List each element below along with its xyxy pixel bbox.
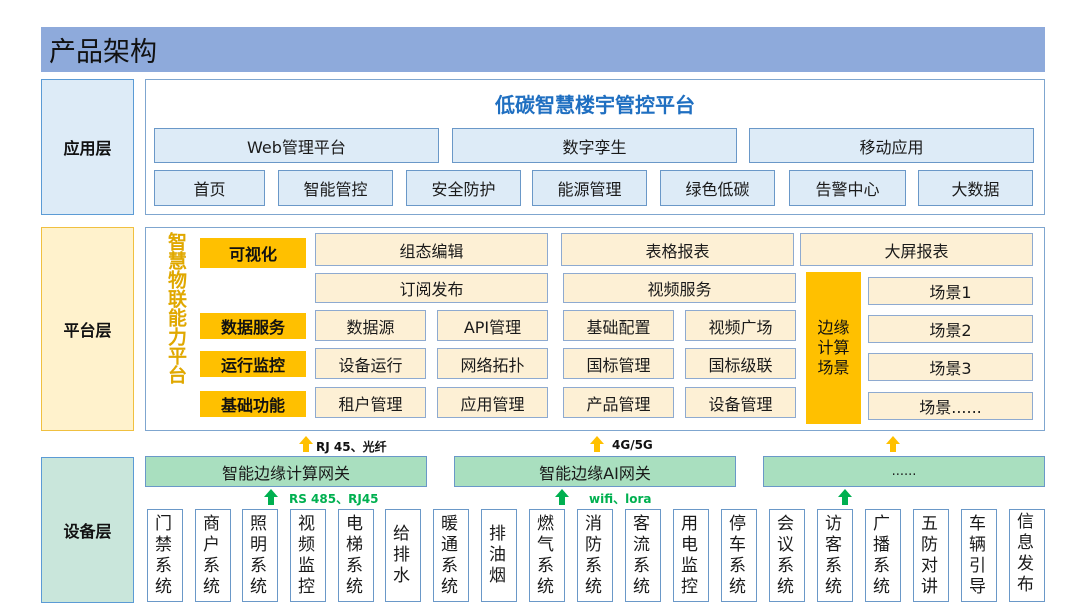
device-label: 信息发布 [1017,512,1034,595]
device-info-release[interactable]: 信息发布 [1009,509,1045,602]
device-gas[interactable]: 燃气系统 [529,509,565,602]
device-power-monitor[interactable]: 用电监控 [673,509,709,602]
app-module-control[interactable]: 智能管控 [278,170,393,206]
device-label: 停车系统 [729,514,746,597]
edge-compute-label: 边缘计算场景 [817,318,850,377]
app-module-energy[interactable]: 能源管理 [532,170,647,206]
platform-topology[interactable]: 网络拓扑 [437,348,548,379]
arrow-up-icon [299,436,313,452]
platform-config-editor[interactable]: 组态编辑 [315,233,548,266]
device-label: 五防对讲 [921,514,938,597]
scene-3[interactable]: 场景3 [868,353,1033,381]
platform-video-service[interactable]: 视频服务 [563,273,796,303]
device-access-control[interactable]: 门禁系统 [147,509,183,602]
arrow-up-icon [886,436,900,452]
gateway-more[interactable]: ...... [763,456,1045,487]
platform-app-manage[interactable]: 应用管理 [437,387,548,418]
device-label: 客流系统 [633,514,650,597]
connector-rs485: RS 485、RJ45 [289,492,379,506]
device-label: 照明系统 [250,514,267,597]
device-label: 访客系统 [825,514,842,597]
category-data-service: 数据服务 [200,313,306,339]
device-label: 用电监控 [681,514,698,597]
device-elevator[interactable]: 电梯系统 [338,509,374,602]
device-label: 暖通系统 [441,514,458,597]
device-label: 视频监控 [298,514,315,597]
device-fire[interactable]: 消防系统 [577,509,613,602]
device-label: 车辆引导 [969,514,986,597]
device-vehicle-guide[interactable]: 车辆引导 [961,509,997,602]
app-module-alarm[interactable]: 告警中心 [789,170,906,206]
platform-gb-manage[interactable]: 国标管理 [563,348,674,379]
scene-1[interactable]: 场景1 [868,277,1033,305]
platform-datasource[interactable]: 数据源 [315,310,426,341]
platform-screen-report[interactable]: 大屏报表 [800,233,1033,266]
device-water[interactable]: 给排水 [385,509,421,602]
platform-layer-label: 平台层 [41,227,134,431]
device-layer-label: 设备层 [41,457,134,603]
device-lighting[interactable]: 照明系统 [242,509,278,602]
connector-4g5g: 4G/5G [612,438,653,452]
device-label: 会议系统 [777,514,794,597]
device-label: 消防系统 [585,514,602,597]
app-mobile[interactable]: 移动应用 [749,128,1034,163]
device-parking[interactable]: 停车系统 [721,509,757,602]
page-title: 产品架构 [41,27,1045,72]
app-title: 低碳智慧楼宇管控平台 [495,92,695,117]
platform-table-report[interactable]: 表格报表 [561,233,794,266]
device-label: 给排水 [393,524,410,586]
gateway-edge-compute[interactable]: 智能边缘计算网关 [145,456,427,487]
device-label: 燃气系统 [537,514,554,597]
platform-api[interactable]: API管理 [437,310,548,341]
platform-tenant[interactable]: 租户管理 [315,387,426,418]
device-merchant[interactable]: 商户系统 [195,509,231,602]
arrow-up-icon [838,489,852,505]
device-visitor[interactable]: 访客系统 [817,509,853,602]
device-broadcast[interactable]: 广播系统 [865,509,901,602]
connector-rj45-fiber: RJ 45、光纤 [316,440,387,454]
platform-vertical-title: 智慧物联能力平台 [165,232,187,384]
connector-wifi-lora: wifi、lora [589,492,652,506]
device-label: 商户系统 [203,514,220,597]
platform-base-config[interactable]: 基础配置 [563,310,674,341]
platform-video-plaza[interactable]: 视频广场 [685,310,796,341]
device-label: 排油烟 [489,524,506,586]
arrow-up-icon [555,489,569,505]
platform-product-manage[interactable]: 产品管理 [563,387,674,418]
device-label: 电梯系统 [346,514,363,597]
app-module-security[interactable]: 安全防护 [406,170,521,206]
platform-device-manage[interactable]: 设备管理 [685,387,796,418]
gateway-edge-ai[interactable]: 智能边缘AI网关 [454,456,736,487]
app-module-bigdata[interactable]: 大数据 [918,170,1033,206]
app-digital-twin[interactable]: 数字孪生 [452,128,737,163]
category-basic: 基础功能 [200,391,306,417]
platform-device-run[interactable]: 设备运行 [315,348,426,379]
device-intercom[interactable]: 五防对讲 [913,509,949,602]
app-module-green[interactable]: 绿色低碳 [660,170,775,206]
scene-more[interactable]: 场景...... [868,392,1033,420]
arrow-up-icon [264,489,278,505]
platform-gb-cascade[interactable]: 国标级联 [685,348,796,379]
app-layer-label: 应用层 [41,79,134,215]
category-visualization: 可视化 [200,238,306,268]
device-label: 门禁系统 [155,514,172,597]
device-video-monitor[interactable]: 视频监控 [290,509,326,602]
app-module-home[interactable]: 首页 [154,170,265,206]
category-monitoring: 运行监控 [200,351,306,377]
device-passenger-flow[interactable]: 客流系统 [625,509,661,602]
device-hvac[interactable]: 暖通系统 [433,509,469,602]
arrow-up-icon [590,436,604,452]
device-meeting[interactable]: 会议系统 [769,509,805,602]
edge-compute-box: 边缘计算场景 [806,272,861,424]
scene-2[interactable]: 场景2 [868,315,1033,343]
platform-pubsub[interactable]: 订阅发布 [315,273,548,303]
device-exhaust[interactable]: 排油烟 [481,509,517,602]
device-label: 广播系统 [873,514,890,597]
app-web-platform[interactable]: Web管理平台 [154,128,439,163]
